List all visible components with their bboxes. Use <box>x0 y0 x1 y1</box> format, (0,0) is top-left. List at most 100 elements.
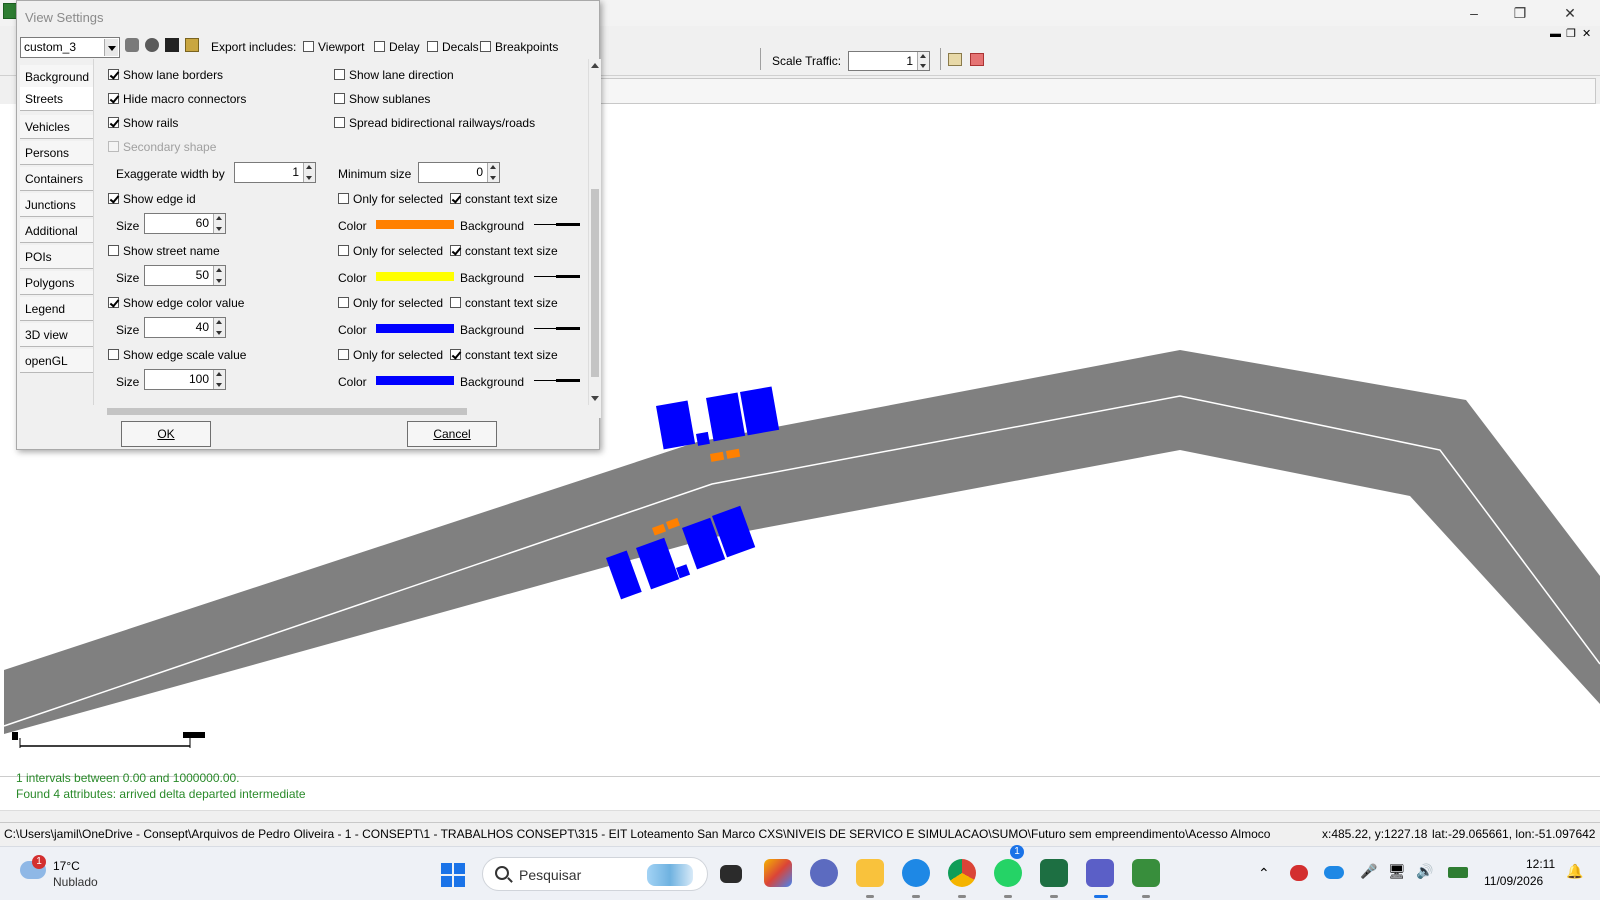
spread-bidirectional-checkbox[interactable]: Spread bidirectional railways/roads <box>334 116 535 130</box>
street-name-size-input[interactable]: 50 <box>144 265 226 286</box>
clock-time[interactable]: 12:11 <box>1526 857 1555 871</box>
notification-bell-icon[interactable]: 🔔 <box>1566 863 1583 880</box>
edge-color-color-button[interactable] <box>376 324 454 333</box>
tab-polygons[interactable]: Polygons <box>20 271 98 295</box>
scale-traffic-spinner[interactable] <box>917 52 929 70</box>
open-folder-icon[interactable] <box>185 38 199 52</box>
export-icon[interactable] <box>970 53 984 66</box>
minimize-icon[interactable]: – <box>1454 2 1494 24</box>
tab-additional[interactable]: Additional <box>20 219 98 243</box>
restore-icon[interactable]: ❐ <box>1500 2 1540 24</box>
edge-id-only-selected-checkbox[interactable]: Only for selected <box>338 192 443 206</box>
minimum-size-input[interactable]: 0 <box>418 162 500 183</box>
show-edge-scale-value-checkbox[interactable]: Show edge scale value <box>108 348 246 362</box>
tab-3d-view[interactable]: 3D view <box>20 323 98 347</box>
floppy-icon[interactable] <box>165 38 179 52</box>
volume-icon[interactable]: 🔊 <box>1416 863 1433 880</box>
spinner[interactable] <box>303 163 315 182</box>
street-name-color-button[interactable] <box>376 272 454 281</box>
export-decals-checkbox[interactable]: Decals <box>427 40 479 54</box>
photos-icon[interactable] <box>810 859 838 887</box>
whatsapp-icon[interactable] <box>994 859 1022 887</box>
microphone-icon[interactable]: 🎤 <box>1360 863 1377 880</box>
spinner[interactable] <box>213 266 225 285</box>
street-name-only-selected-checkbox[interactable]: Only for selected <box>338 244 443 258</box>
tab-pois[interactable]: POIs <box>20 245 98 269</box>
task-view-icon[interactable] <box>720 865 742 883</box>
street-name-background-button[interactable] <box>534 272 580 281</box>
scale-traffic-input[interactable]: 1 <box>848 51 930 71</box>
edge-scale-color-button[interactable] <box>376 376 454 385</box>
spinner[interactable] <box>213 370 225 389</box>
taskbar-search[interactable]: Pesquisar <box>482 857 708 891</box>
exaggerate-width-input[interactable]: 1 <box>234 162 316 183</box>
spinner[interactable] <box>213 214 225 233</box>
scroll-down-icon[interactable] <box>591 396 599 401</box>
spinner[interactable] <box>213 318 225 337</box>
ok-button[interactable]: OK <box>121 421 211 447</box>
export-viewport-checkbox[interactable]: Viewport <box>303 40 364 54</box>
edge-id-size-input[interactable]: 60 <box>144 213 226 234</box>
edge-color-size-input[interactable]: 40 <box>144 317 226 338</box>
show-sublanes-checkbox[interactable]: Show sublanes <box>334 92 430 106</box>
scrollbar-thumb[interactable] <box>591 189 599 377</box>
message-scrollbar[interactable] <box>0 810 1600 822</box>
mdi-minimize-icon[interactable]: ▬ <box>1550 26 1561 42</box>
file-explorer-icon[interactable] <box>856 859 884 887</box>
onedrive-icon[interactable] <box>1324 866 1344 879</box>
export-breakpoints-checkbox[interactable]: Breakpoints <box>480 40 558 54</box>
cancel-button[interactable]: Cancel <box>407 421 497 447</box>
show-edge-color-value-checkbox[interactable]: Show edge color value <box>108 296 244 310</box>
breakpoint-icon[interactable] <box>948 53 962 66</box>
tab-opengl[interactable]: openGL <box>20 349 98 373</box>
edge-id-constant-size-checkbox[interactable]: constant text size <box>450 192 558 206</box>
scheme-select[interactable]: custom_3 <box>20 37 120 58</box>
save-scheme-icon[interactable] <box>125 38 139 52</box>
chevron-up-icon[interactable]: ⌃ <box>1258 865 1270 882</box>
edge-color-only-selected-checkbox[interactable]: Only for selected <box>338 296 443 310</box>
tab-junctions[interactable]: Junctions <box>20 193 98 217</box>
export-delay-checkbox[interactable]: Delay <box>374 40 420 54</box>
tab-background[interactable]: Background <box>20 65 98 89</box>
hide-macro-connectors-checkbox[interactable]: Hide macro connectors <box>108 92 246 106</box>
mdi-close-icon[interactable]: ✕ <box>1582 26 1591 42</box>
tab-legend[interactable]: Legend <box>20 297 98 321</box>
show-lane-borders-checkbox[interactable]: Show lane borders <box>108 68 223 82</box>
edge-scale-size-input[interactable]: 100 <box>144 369 226 390</box>
edge-scale-constant-size-checkbox[interactable]: constant text size <box>450 348 558 362</box>
close-icon[interactable]: ✕ <box>1550 2 1590 24</box>
tab-vehicles[interactable]: Vehicles <box>20 115 98 139</box>
spinner[interactable] <box>487 163 499 182</box>
copilot-icon[interactable] <box>764 859 792 887</box>
edge-icon[interactable] <box>902 859 930 887</box>
edge-color-background-button[interactable] <box>534 324 580 333</box>
show-street-name-checkbox[interactable]: Show street name <box>108 244 220 258</box>
panel-vertical-scrollbar[interactable] <box>588 59 601 405</box>
clock-date[interactable]: 11/09/2026 <box>1484 874 1543 888</box>
mdi-restore-icon[interactable]: ❐ <box>1566 26 1576 42</box>
teams-icon[interactable] <box>1086 859 1114 887</box>
start-button[interactable] <box>441 863 465 887</box>
scrollbar-thumb[interactable] <box>107 408 467 415</box>
tab-streets[interactable]: Streets <box>20 87 98 111</box>
edge-id-background-button[interactable] <box>534 220 580 229</box>
show-rails-checkbox[interactable]: Show rails <box>108 116 178 130</box>
edge-scale-background-button[interactable] <box>534 376 580 385</box>
battery-icon[interactable] <box>1448 867 1468 878</box>
network-icon[interactable]: 🖥 <box>1388 863 1406 880</box>
scroll-up-icon[interactable] <box>591 63 599 68</box>
chrome-icon[interactable] <box>948 859 976 887</box>
street-name-constant-size-checkbox[interactable]: constant text size <box>450 244 558 258</box>
weather-temperature[interactable]: 17°C <box>53 859 80 873</box>
chevron-down-icon[interactable] <box>104 39 118 56</box>
show-lane-direction-checkbox[interactable]: Show lane direction <box>334 68 454 82</box>
excel-icon[interactable] <box>1040 859 1068 887</box>
weather-condition[interactable]: Nublado <box>53 875 98 889</box>
show-edge-id-checkbox[interactable]: Show edge id <box>108 192 196 206</box>
tab-persons[interactable]: Persons <box>20 141 98 165</box>
edge-scale-only-selected-checkbox[interactable]: Only for selected <box>338 348 443 362</box>
edge-color-constant-size-checkbox[interactable]: constant text size <box>450 296 558 310</box>
edge-id-color-button[interactable] <box>376 220 454 229</box>
delete-scheme-icon[interactable] <box>145 38 159 52</box>
tab-containers[interactable]: Containers <box>20 167 98 191</box>
